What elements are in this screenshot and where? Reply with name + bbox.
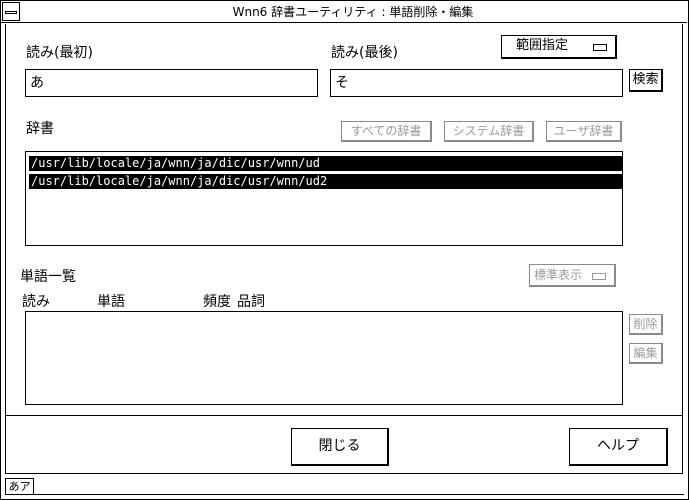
column-header-word: 単語 [97, 294, 125, 310]
reading-first-label: 読み(最初) [26, 45, 93, 61]
dictionary-label: 辞書 [26, 121, 54, 137]
word-list[interactable] [25, 311, 623, 405]
system-dictionary-button[interactable]: システム辞書 [444, 121, 534, 142]
dictionary-list[interactable]: /usr/lib/locale/ja/wnn/ja/dic/usr/wnn/ud… [25, 151, 623, 246]
reading-first-input[interactable]: あ [25, 69, 318, 97]
status-divider [34, 494, 684, 495]
window-menu-icon [5, 11, 17, 14]
column-header-frequency: 頻度 [203, 294, 231, 310]
edit-button[interactable]: 編集 [629, 343, 663, 364]
list-item[interactable]: /usr/lib/locale/ja/wnn/ja/dic/usr/wnn/ud [29, 156, 622, 171]
close-button[interactable]: 閉じる [291, 428, 389, 466]
option-menu-icon [592, 273, 606, 280]
column-header-reading: 読み [22, 294, 50, 310]
search-button[interactable]: 検索 [629, 69, 663, 92]
range-option-menu[interactable]: 範囲指定 [501, 35, 617, 59]
list-item[interactable]: /usr/lib/locale/ja/wnn/ja/dic/usr/wnn/ud… [29, 174, 622, 189]
reading-last-label: 読み(最後) [331, 45, 398, 61]
display-mode-label: 標準表示 [534, 268, 583, 282]
window-title: Wnn6 辞書ユーティリティ : 単語削除・編集 [232, 5, 474, 19]
user-dictionary-button[interactable]: ユーザ辞書 [546, 121, 622, 142]
display-mode-menu[interactable]: 標準表示 [529, 264, 616, 287]
column-header-part-of-speech: 品詞 [237, 294, 265, 310]
input-mode-indicator: あア [5, 478, 34, 495]
word-list-label: 単語一覧 [20, 269, 76, 285]
all-dictionaries-button[interactable]: すべての辞書 [341, 121, 432, 142]
option-menu-icon [593, 44, 607, 51]
range-option-label: 範囲指定 [516, 38, 569, 53]
reading-last-input[interactable]: そ [330, 69, 623, 97]
help-button[interactable]: ヘルプ [569, 428, 668, 466]
delete-button[interactable]: 削除 [629, 314, 663, 335]
